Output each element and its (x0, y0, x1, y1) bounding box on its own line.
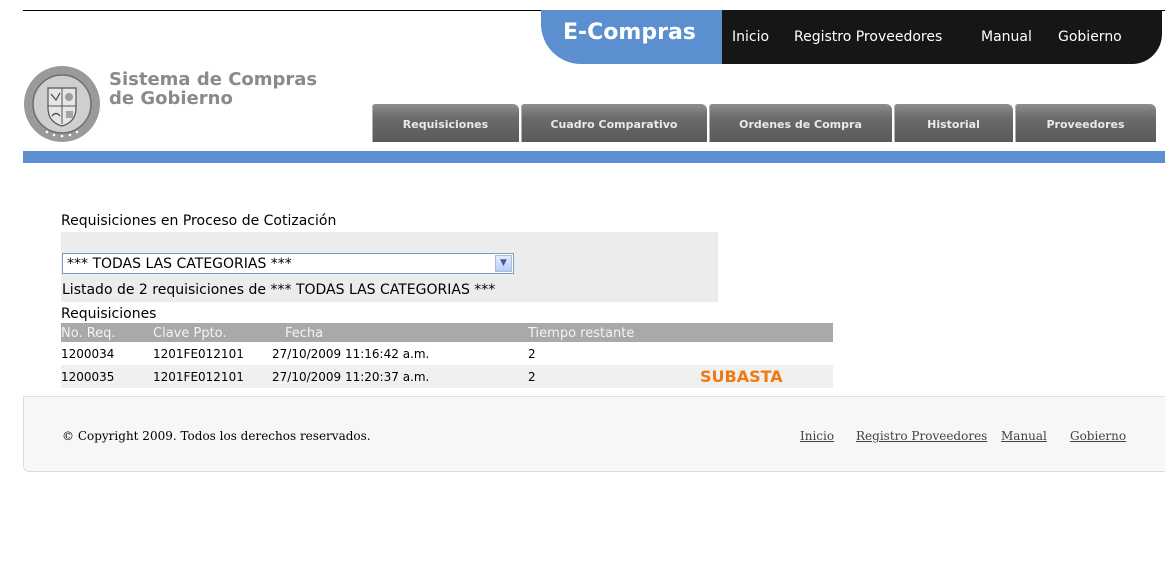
site-title: Sistema de Compras de Gobierno (109, 70, 317, 108)
tab-cuadro-comparativo[interactable]: Cuadro Comparativo (521, 104, 707, 142)
listing-summary: Listado de 2 requisiciones de *** TODAS … (62, 282, 496, 298)
category-select[interactable]: *** TODAS LAS CATEGORIAS *** ▼ (62, 253, 514, 274)
cell-clave-ppto: 1201FE012101 (153, 347, 244, 361)
footer-link-manual[interactable]: Manual (1001, 429, 1047, 443)
cell-no-req: 1200034 (61, 347, 115, 361)
footer-link-gobierno[interactable]: Gobierno (1070, 429, 1126, 443)
chevron-down-icon[interactable]: ▼ (495, 255, 512, 272)
cell-fecha: 27/10/2009 11:16:42 a.m. (272, 347, 430, 361)
header-no-req: No. Req. (61, 326, 116, 341)
header-tiempo-restante: Tiempo restante (528, 326, 635, 341)
tab-label: Requisiciones (402, 118, 489, 131)
header-fecha: Fecha (285, 326, 324, 341)
tab-label: Ordenes de Compra (739, 118, 862, 131)
footer-link-inicio[interactable]: Inicio (800, 429, 834, 443)
top-navigation: Inicio Registro Proveedores Manual Gobie… (722, 10, 1162, 64)
nav-link-registro-proveedores[interactable]: Registro Proveedores (794, 29, 942, 45)
main-tabs: Requisiciones Cuadro Comparativo Ordenes… (372, 104, 1165, 142)
accent-bar (23, 151, 1165, 163)
tab-historial[interactable]: Historial (894, 104, 1013, 142)
footer: © Copyright 2009. Todos los derechos res… (23, 396, 1165, 472)
site-title-line2: de Gobierno (109, 88, 233, 109)
state-seal-icon (24, 66, 100, 142)
tab-ordenes-de-compra[interactable]: Ordenes de Compra (709, 104, 892, 142)
cell-fecha: 27/10/2009 11:20:37 a.m. (272, 370, 430, 384)
tab-label: Cuadro Comparativo (550, 118, 678, 131)
cell-tiempo-restante: 2 (528, 347, 536, 361)
table-header: No. Req. Clave Ppto. Fecha Tiempo restan… (61, 323, 833, 342)
table-row[interactable]: 1200034 1201FE012101 27/10/2009 11:16:42… (61, 342, 833, 365)
nav-link-gobierno[interactable]: Gobierno (1058, 29, 1122, 45)
header-clave-ppto: Clave Ppto. (153, 326, 227, 341)
table-row[interactable]: 1200035 1201FE012101 27/10/2009 11:20:37… (61, 365, 833, 388)
requisiciones-table: No. Req. Clave Ppto. Fecha Tiempo restan… (61, 323, 833, 388)
brand-tab: E-Compras (541, 10, 722, 64)
page-title: Requisiciones en Proceso de Cotización (61, 213, 337, 229)
category-select-value: *** TODAS LAS CATEGORIAS *** (67, 256, 292, 272)
site-title-line1: Sistema de Compras (109, 69, 318, 90)
nav-link-manual[interactable]: Manual (981, 29, 1032, 45)
brand-logo-text: E-Compras (563, 20, 696, 45)
tab-requisiciones[interactable]: Requisiciones (372, 104, 519, 142)
cell-tiempo-restante: 2 (528, 370, 536, 384)
table-caption: Requisiciones (61, 306, 157, 322)
footer-link-registro-proveedores[interactable]: Registro Proveedores (856, 429, 987, 443)
tab-label: Proveedores (1046, 118, 1125, 131)
nav-link-inicio[interactable]: Inicio (732, 29, 769, 45)
subasta-badge[interactable]: SUBASTA (700, 367, 783, 386)
tab-label: Historial (927, 118, 980, 131)
tab-proveedores[interactable]: Proveedores (1015, 104, 1156, 142)
copyright-text: © Copyright 2009. Todos los derechos res… (62, 429, 371, 443)
cell-clave-ppto: 1201FE012101 (153, 370, 244, 384)
cell-no-req: 1200035 (61, 370, 115, 384)
